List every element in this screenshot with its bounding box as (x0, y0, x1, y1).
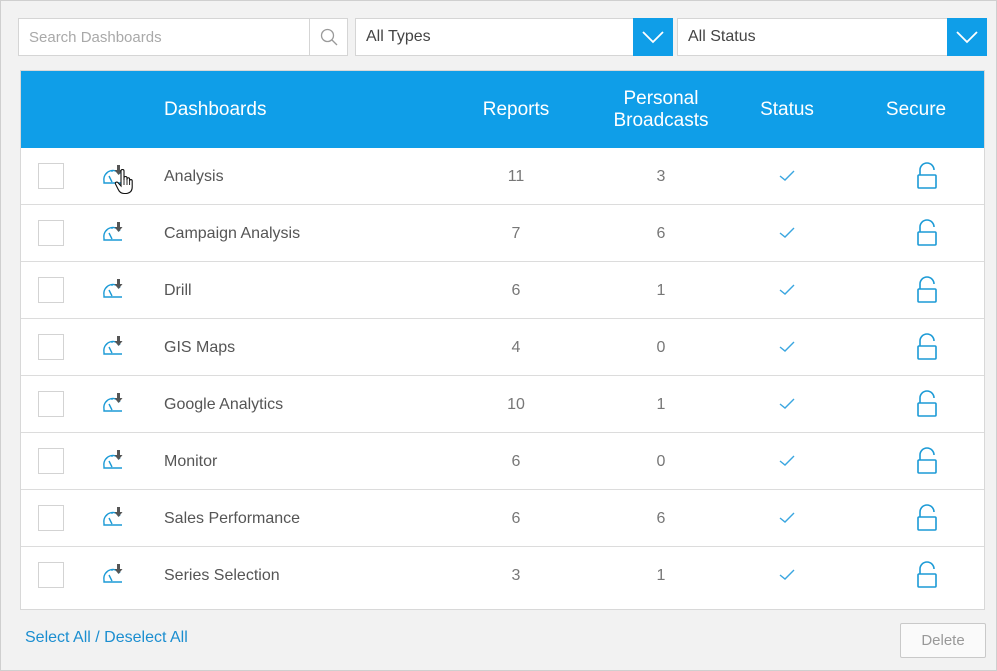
reports-count: 4 (511, 339, 521, 356)
chevron-down-icon (956, 31, 978, 44)
reports-count: 7 (511, 225, 521, 242)
search-box (18, 18, 348, 56)
dashboard-name[interactable]: Google Analytics (164, 376, 283, 433)
dashboard-name[interactable]: Monitor (164, 433, 217, 490)
dashboard-icon (103, 564, 123, 583)
search-input[interactable] (19, 19, 311, 55)
status-filter-value: All Status (688, 28, 756, 45)
unlocked-padlock-icon[interactable] (916, 162, 938, 190)
personal-broadcasts-count: 1 (656, 567, 666, 584)
personal-broadcasts-count: 0 (656, 339, 666, 356)
row-checkbox[interactable] (38, 562, 64, 588)
row-checkbox[interactable] (38, 220, 64, 246)
row-checkbox[interactable] (38, 505, 64, 531)
dashboard-name[interactable]: GIS Maps (164, 319, 235, 376)
type-filter-select[interactable]: All Types (355, 18, 673, 56)
dashboard-name[interactable]: Campaign Analysis (164, 205, 300, 262)
checkmark-icon (779, 455, 795, 466)
table-row[interactable]: Campaign Analysis 7 6 (21, 205, 984, 262)
table-row[interactable]: Monitor 6 0 (21, 433, 984, 490)
selection-links: Select All / Deselect All (25, 629, 188, 647)
search-button[interactable] (309, 19, 347, 55)
checkmark-icon (779, 398, 795, 409)
header-status[interactable]: Status (741, 71, 833, 148)
personal-broadcasts-count: 1 (656, 282, 666, 299)
row-checkbox[interactable] (38, 391, 64, 417)
header-reports[interactable]: Reports (476, 71, 556, 148)
checkmark-icon (779, 284, 795, 295)
checkmark-icon (779, 170, 795, 181)
deselect-all-link[interactable]: Deselect All (104, 629, 188, 646)
checkmark-icon (779, 227, 795, 238)
header-personal-broadcasts[interactable]: Personal Broadcasts (591, 71, 731, 148)
header-personal-line1: Personal (623, 87, 699, 109)
table-body: Analysis 11 3 Campaign Analysis 7 6 Dril… (21, 148, 984, 604)
unlocked-padlock-icon[interactable] (916, 390, 938, 418)
header-dashboards[interactable]: Dashboards (164, 71, 266, 148)
unlocked-padlock-icon[interactable] (916, 504, 938, 532)
row-checkbox[interactable] (38, 448, 64, 474)
header-secure[interactable]: Secure (873, 71, 959, 148)
header-personal-line2: Broadcasts (613, 109, 709, 131)
chevron-down-icon (642, 31, 664, 44)
unlocked-padlock-icon[interactable] (916, 447, 938, 475)
dashboard-name[interactable]: Drill (164, 262, 192, 319)
checkmark-icon (779, 569, 795, 580)
dashboards-table: Dashboards Reports Personal Broadcasts S… (20, 70, 985, 610)
delete-button[interactable]: Delete (900, 623, 986, 658)
table-header: Dashboards Reports Personal Broadcasts S… (21, 71, 984, 148)
type-filter-value: All Types (366, 28, 431, 45)
dashboard-name[interactable]: Series Selection (164, 547, 280, 604)
unlocked-padlock-icon[interactable] (916, 561, 938, 589)
personal-broadcasts-count: 0 (656, 453, 666, 470)
table-row[interactable]: GIS Maps 4 0 (21, 319, 984, 376)
status-filter-toggle[interactable] (947, 18, 987, 56)
personal-broadcasts-count: 6 (656, 510, 666, 527)
checkmark-icon (779, 512, 795, 523)
table-row[interactable]: Google Analytics 10 1 (21, 376, 984, 433)
personal-broadcasts-count: 1 (656, 396, 666, 413)
unlocked-padlock-icon[interactable] (916, 276, 938, 304)
reports-count: 3 (511, 567, 521, 584)
dashboard-icon (103, 393, 123, 412)
table-row[interactable]: Series Selection 3 1 (21, 547, 984, 604)
reports-count: 6 (511, 282, 521, 299)
checkmark-icon (779, 341, 795, 352)
unlocked-padlock-icon[interactable] (916, 219, 938, 247)
dashboard-icon (103, 336, 123, 355)
personal-broadcasts-count: 6 (656, 225, 666, 242)
dashboard-icon (103, 222, 123, 241)
status-filter-select[interactable]: All Status (677, 18, 987, 56)
table-row[interactable]: Analysis 11 3 (21, 148, 984, 205)
dashboard-icon (103, 450, 123, 469)
dashboard-icon (103, 507, 123, 526)
table-row[interactable]: Sales Performance 6 6 (21, 490, 984, 547)
type-filter-toggle[interactable] (633, 18, 673, 56)
reports-count: 11 (507, 168, 525, 185)
selection-separator: / (90, 629, 105, 646)
dashboard-icon (103, 279, 123, 298)
reports-count: 6 (511, 510, 521, 527)
reports-count: 6 (511, 453, 521, 470)
search-icon (320, 28, 337, 46)
row-checkbox[interactable] (38, 163, 64, 189)
unlocked-padlock-icon[interactable] (916, 333, 938, 361)
dashboards-panel: All Types All Status Dashboards Reports … (0, 0, 997, 671)
row-checkbox[interactable] (38, 277, 64, 303)
row-checkbox[interactable] (38, 334, 64, 360)
personal-broadcasts-count: 3 (656, 168, 666, 185)
dashboard-name[interactable]: Analysis (164, 148, 224, 205)
table-row[interactable]: Drill 6 1 (21, 262, 984, 319)
dashboard-name[interactable]: Sales Performance (164, 490, 300, 547)
select-all-link[interactable]: Select All (25, 629, 91, 646)
reports-count: 10 (507, 396, 525, 413)
dashboard-icon (103, 165, 123, 184)
